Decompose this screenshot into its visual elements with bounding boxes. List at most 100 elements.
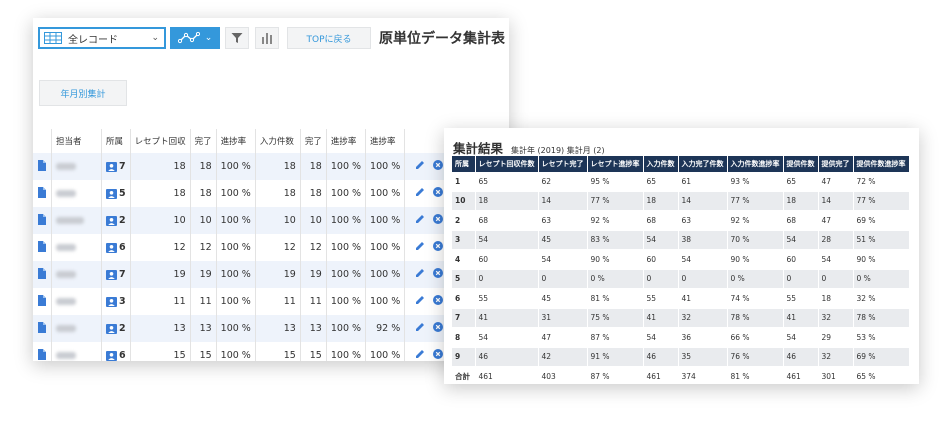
edit-button[interactable] — [415, 322, 425, 335]
column-header[interactable]: 所属 — [101, 129, 131, 153]
table-row[interactable]: 3 11 11 100 % 11 11 100 % 100 % — [33, 288, 454, 315]
receipt-rate-cell: 100 % — [216, 261, 256, 288]
delete-button[interactable] — [433, 187, 444, 200]
input-count-cell: 18 — [255, 153, 301, 180]
summary-column-header[interactable]: 提供件数進捗率 — [853, 156, 910, 172]
input-done-cell: 15 — [300, 342, 327, 361]
input-count-cell: 15 — [255, 342, 301, 361]
input-count-cell: 11 — [255, 288, 301, 315]
record-link-cell[interactable] — [33, 288, 52, 315]
summary-column-header[interactable]: レセプト完了 — [538, 156, 588, 172]
column-header[interactable]: レセプト回収 — [130, 129, 191, 153]
summary-value-cell: 60 — [475, 249, 539, 270]
table-row[interactable]: 6 15 15 100 % 15 15 100 % 100 % — [33, 342, 454, 361]
edit-button[interactable] — [415, 187, 425, 200]
table-row[interactable]: 7 18 18 100 % 18 18 100 % 100 % — [33, 153, 454, 180]
column-header[interactable]: 完了 — [190, 129, 217, 153]
summary-header-row: 所属 レセプト回収件数 レセプト完了 レセプト進捗率 入力件数 入力完了件数 入力件数進捗率… — [452, 156, 910, 172]
summary-column-header[interactable]: 入力件数進捗率 — [727, 156, 784, 172]
delete-button[interactable] — [433, 349, 444, 361]
column-header[interactable]: 進捗率 — [326, 129, 367, 153]
table-row[interactable]: 7 19 19 100 % 19 19 100 % 100 % — [33, 261, 454, 288]
top-button[interactable]: TOPに戻る — [287, 27, 371, 49]
affiliation-cell: 6 — [101, 234, 131, 261]
edit-button[interactable] — [415, 241, 425, 254]
edit-button[interactable] — [415, 349, 425, 361]
summary-column-header[interactable]: レセプト進捗率 — [587, 156, 644, 172]
summary-value-cell: 0 % — [853, 269, 910, 289]
summary-row: 合計 461 403 87 % 461 374 81 % 461 301 65 % — [452, 366, 910, 384]
summary-value-cell: 29 — [818, 327, 854, 348]
yearly-summary-button[interactable]: 年月別集計 — [39, 80, 127, 106]
receipt-count-cell: 10 — [130, 207, 191, 234]
summary-column-header[interactable]: 提供件数 — [783, 156, 819, 172]
delete-button[interactable] — [433, 241, 444, 254]
delete-button[interactable] — [433, 160, 444, 173]
graph-button[interactable]: ⌄ — [170, 27, 220, 49]
affiliation-value: 2 — [119, 215, 126, 226]
summary-value-cell: 87 % — [587, 327, 644, 348]
record-link-cell[interactable] — [33, 234, 52, 261]
staff-name-cell — [51, 288, 102, 315]
summary-column-header[interactable]: 提供完了 — [818, 156, 854, 172]
summary-value-cell: 32 — [818, 308, 854, 328]
summary-value-cell: 38 — [678, 230, 728, 250]
delete-button[interactable] — [433, 214, 444, 227]
document-icon — [38, 267, 46, 279]
record-link-cell[interactable] — [33, 153, 52, 180]
table-header-row: 担当者 所属 レセプト回収 完了 進捗率 入力件数 完了 進捗率 進捗率 — [33, 129, 454, 153]
bar-chart-button[interactable] — [255, 27, 279, 49]
filter-button[interactable] — [225, 27, 249, 49]
record-link-cell[interactable] — [33, 261, 52, 288]
table-row[interactable]: 2 13 13 100 % 13 13 100 % 92 % — [33, 315, 454, 342]
summary-value-cell: 46 — [643, 347, 679, 367]
edit-button[interactable] — [415, 295, 425, 308]
summary-affiliation-cell: 1 — [452, 172, 476, 192]
summary-value-cell: 54 — [783, 230, 819, 250]
document-icon — [38, 321, 46, 333]
summary-value-cell: 41 — [643, 308, 679, 328]
column-header[interactable]: 完了 — [300, 129, 327, 153]
view-select[interactable]: 全レコード ⌄ — [38, 27, 166, 49]
table-row[interactable]: 6 12 12 100 % 12 12 100 % 100 % — [33, 234, 454, 261]
summary-value-cell: 95 % — [587, 172, 644, 192]
summary-value-cell: 0 — [818, 269, 854, 289]
summary-value-cell: 41 — [475, 308, 539, 328]
summary-affiliation-cell: 3 — [452, 230, 476, 250]
summary-row: 8 54 47 87 % 54 36 66 % 54 29 53 % — [452, 327, 910, 348]
receipt-count-cell: 12 — [130, 234, 191, 261]
delete-button[interactable] — [433, 295, 444, 308]
receipt-done-cell: 18 — [190, 153, 217, 180]
table-row[interactable]: 2 10 10 100 % 10 10 100 % 100 % — [33, 207, 454, 234]
edit-button[interactable] — [415, 160, 425, 173]
record-link-cell[interactable] — [33, 315, 52, 342]
edit-button[interactable] — [415, 268, 425, 281]
summary-window: 集計結果 集計年 (2019) 集計月 (2) 所属 レセプト回収件数 レセプト完了… — [444, 128, 919, 384]
receipt-done-cell: 10 — [190, 207, 217, 234]
receipt-count-cell: 18 — [130, 180, 191, 207]
summary-value-cell: 54 — [475, 230, 539, 250]
summary-column-header[interactable]: 入力完了件数 — [678, 156, 728, 172]
table-row[interactable]: 5 18 18 100 % 18 18 100 % 100 % — [33, 180, 454, 207]
summary-column-header[interactable]: レセプト回収件数 — [475, 156, 539, 172]
document-icon — [38, 159, 46, 171]
summary-value-cell: 90 % — [727, 249, 784, 270]
column-header[interactable]: 担当者 — [51, 129, 102, 153]
summary-column-header[interactable]: 所属 — [452, 156, 476, 172]
summary-value-cell: 65 — [783, 172, 819, 192]
delete-button[interactable] — [433, 322, 444, 335]
summary-value-cell: 74 % — [727, 288, 784, 309]
summary-column-header[interactable]: 入力件数 — [643, 156, 679, 172]
column-header[interactable]: 進捗率 — [365, 129, 406, 153]
record-link-cell[interactable] — [33, 180, 52, 207]
summary-value-cell: 41 — [678, 288, 728, 309]
column-header[interactable]: 入力件数 — [255, 129, 301, 153]
column-header[interactable]: 進捗率 — [216, 129, 256, 153]
record-link-cell[interactable] — [33, 342, 52, 361]
affiliation-cell: 5 — [101, 180, 131, 207]
pencil-icon — [416, 323, 425, 331]
delete-button[interactable] — [433, 268, 444, 281]
edit-button[interactable] — [415, 214, 425, 227]
record-link-cell[interactable] — [33, 207, 52, 234]
close-circle-icon — [433, 322, 444, 332]
